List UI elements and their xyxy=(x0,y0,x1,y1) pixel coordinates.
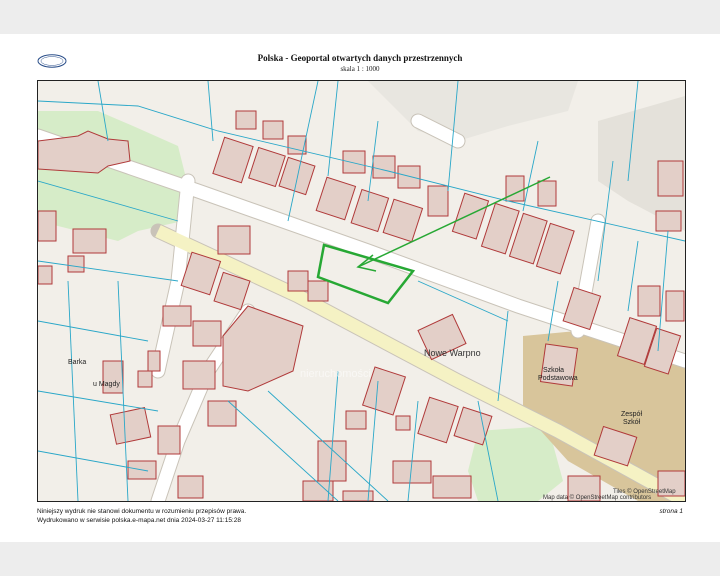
school-label-2: Podstawowa xyxy=(538,375,578,382)
map-scale: skala 1 : 1000 xyxy=(340,65,380,73)
disclaimer-text: Niniejszy wydruk nie stanowi dokumentu w… xyxy=(37,508,247,515)
map-canvas: nieruchomości Nowe Warpno Szkoła Podstaw… xyxy=(38,81,685,501)
watermark: nieruchomości xyxy=(300,368,371,380)
grey-area xyxy=(368,81,578,141)
complex-label-2: Szkół xyxy=(623,419,641,426)
map-view[interactable]: nieruchomości Nowe Warpno Szkoła Podstaw… xyxy=(37,80,686,502)
print-info-text: Wydrukowano w serwisie polska.e-mapa.net… xyxy=(37,517,241,524)
page-title: Polska - Geoportal otwartych danych prze… xyxy=(257,53,463,63)
town-label: Nowe Warpno xyxy=(424,348,481,358)
page-number: strona 1 xyxy=(659,508,684,515)
watermark-text: nieruchomości xyxy=(300,368,371,380)
complex-label-1: Zespół xyxy=(621,411,642,418)
barka-label: Barka xyxy=(68,359,86,366)
magda-label: u Magdy xyxy=(93,381,120,388)
print-sheet: Polska - Geoportal otwartych danych prze… xyxy=(0,34,720,542)
attribution-data-visible: Map data © OpenStreetMap contributors xyxy=(543,494,651,501)
attribution-tiles-visible: Tiles © OpenStreetMap xyxy=(613,488,676,495)
school-label-1: Szkoła xyxy=(543,367,564,374)
